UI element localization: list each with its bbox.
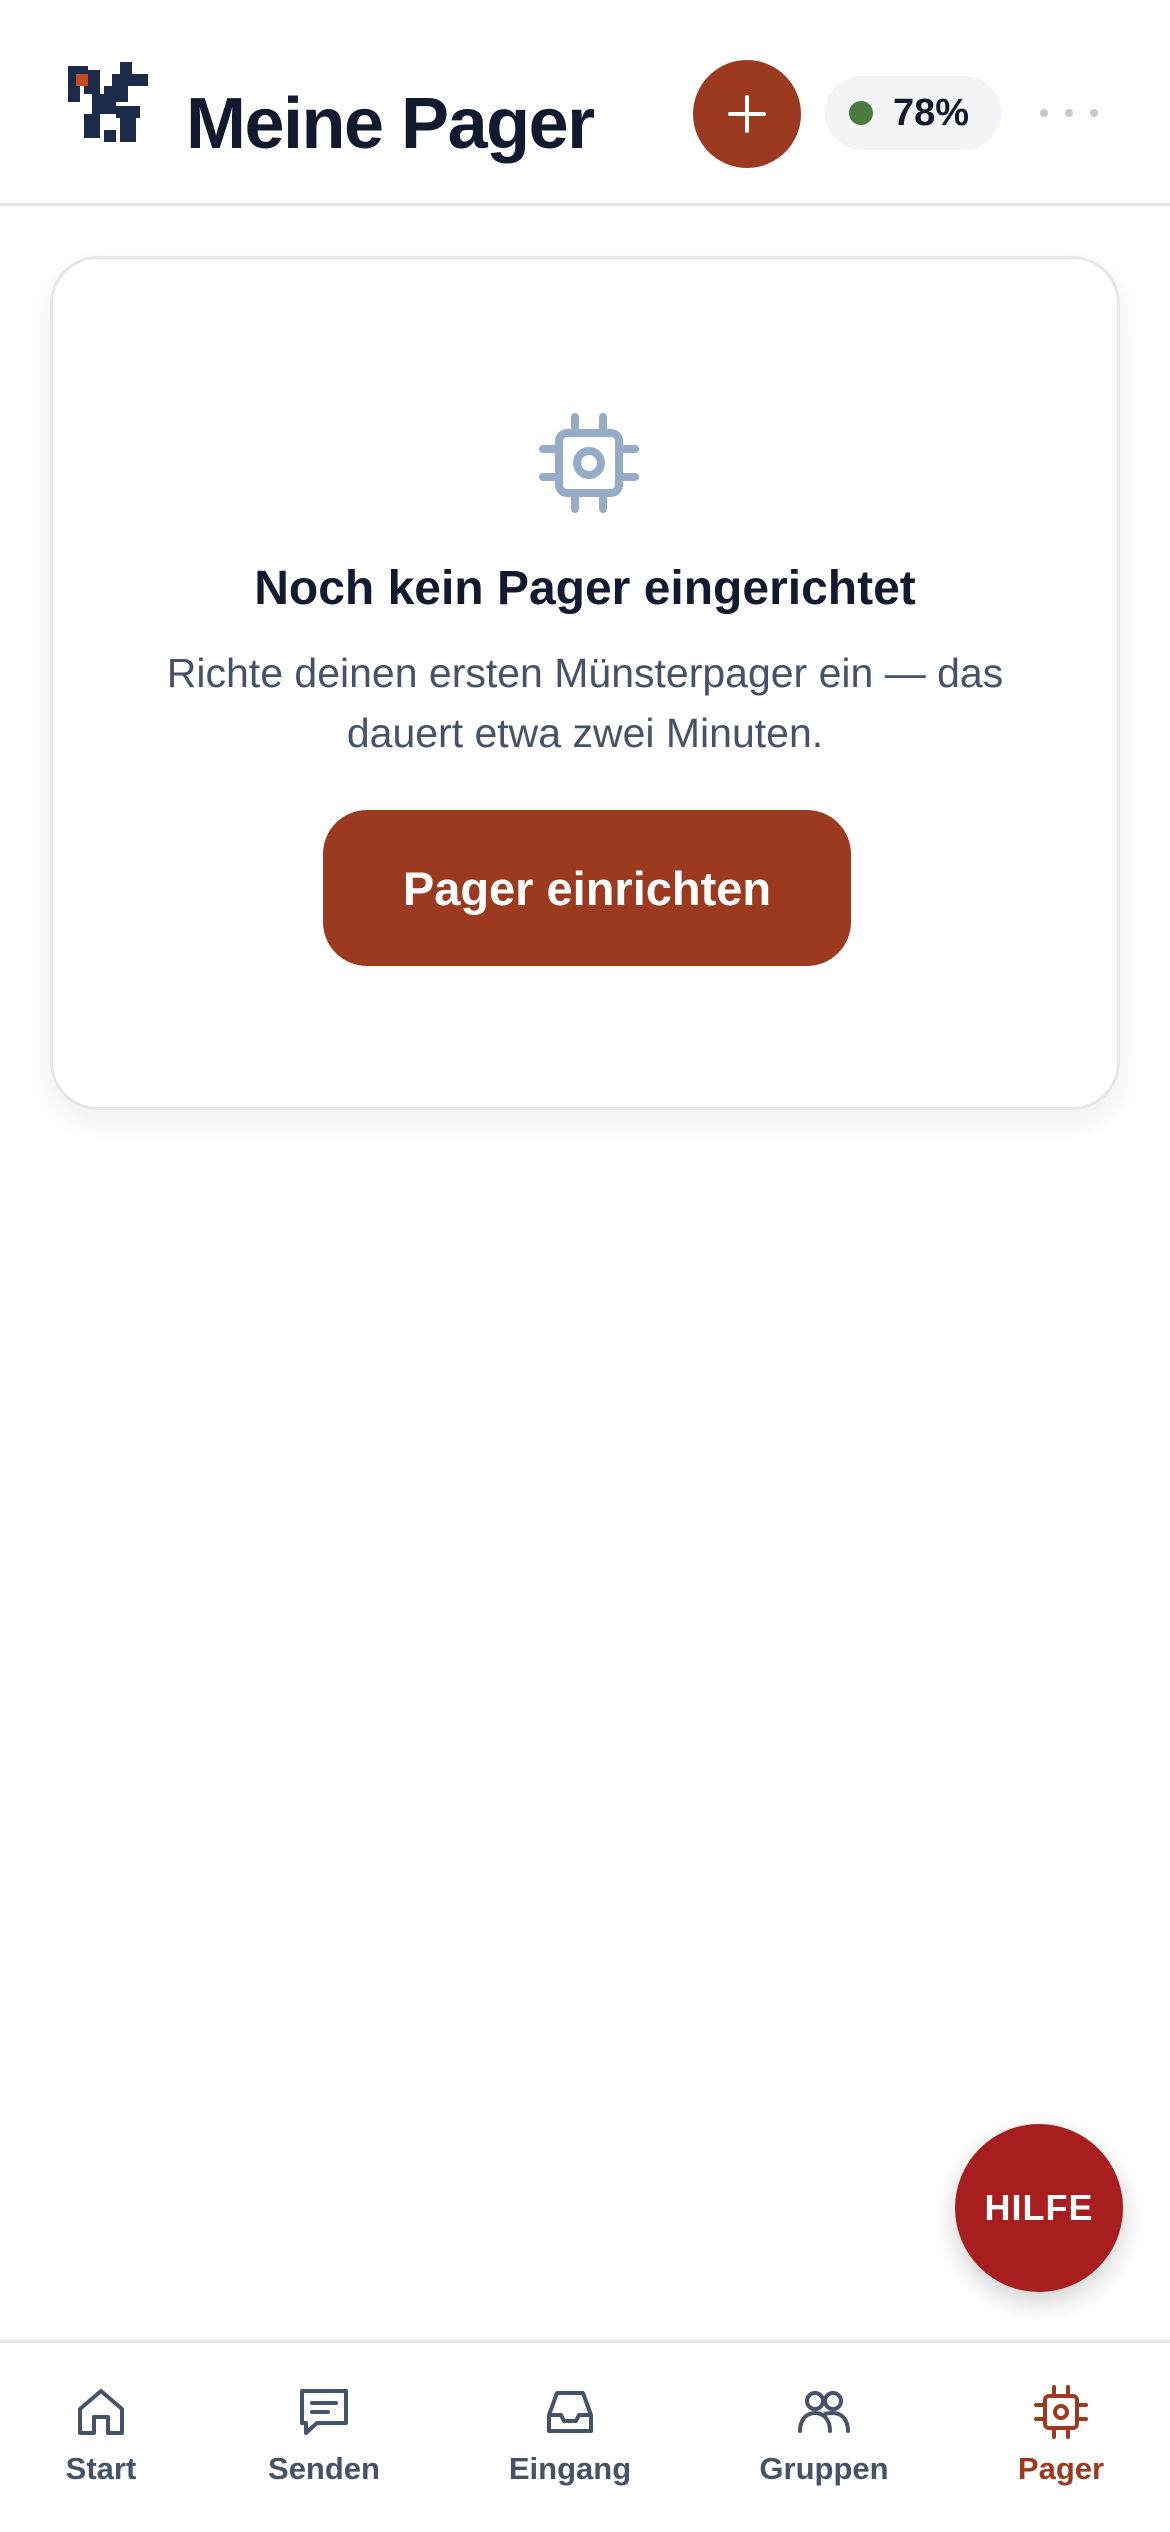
plus-icon xyxy=(728,95,766,133)
add-pager-button[interactable] xyxy=(693,60,801,168)
app-header: Meine Pager 78% xyxy=(0,0,1170,206)
setup-pager-button[interactable]: Pager einrichten xyxy=(323,810,851,966)
more-horizontal-icon[interactable] xyxy=(1040,90,1098,136)
nav-item-pager[interactable]: Pager xyxy=(951,2343,1170,2532)
page-title: Meine Pager xyxy=(186,84,595,164)
empty-state-card: Noch kein Pager eingerichtet Richte dein… xyxy=(50,256,1120,1110)
nav-label-senden: Senden xyxy=(268,2451,380,2486)
battery-level: 78% xyxy=(893,91,970,134)
nav-label-pager: Pager xyxy=(1017,2451,1105,2486)
home-icon xyxy=(78,2389,124,2435)
app-screen: Meine Pager 78% Noch kein Pager eingeric… xyxy=(0,0,1170,2532)
nav-label-start: Start xyxy=(65,2451,137,2486)
help-button[interactable]: HILFE xyxy=(955,2124,1123,2292)
app-logo-icon xyxy=(68,62,148,142)
chip-icon xyxy=(1034,2385,1088,2439)
group-icon xyxy=(798,2391,850,2433)
chip-icon xyxy=(539,413,639,513)
battery-status-badge: 78% xyxy=(825,76,1001,150)
nav-item-senden[interactable]: Senden xyxy=(214,2343,434,2532)
message-icon xyxy=(300,2389,348,2435)
bottom-navigation: Start Senden Eingang Gruppen Pager xyxy=(0,2340,1170,2532)
nav-item-gruppen[interactable]: Gruppen xyxy=(714,2343,934,2532)
battery-status-dot xyxy=(849,101,873,125)
nav-item-start[interactable]: Start xyxy=(0,2343,211,2532)
nav-item-eingang[interactable]: Eingang xyxy=(460,2343,680,2532)
empty-state-title: Noch kein Pager eingerichtet xyxy=(254,562,916,615)
empty-state-description: Richte deinen ersten Münsterpager ein — … xyxy=(166,650,1004,756)
nav-label-gruppen: Gruppen xyxy=(759,2451,889,2486)
nav-label-eingang: Eingang xyxy=(508,2451,632,2486)
inbox-icon xyxy=(547,2391,593,2433)
